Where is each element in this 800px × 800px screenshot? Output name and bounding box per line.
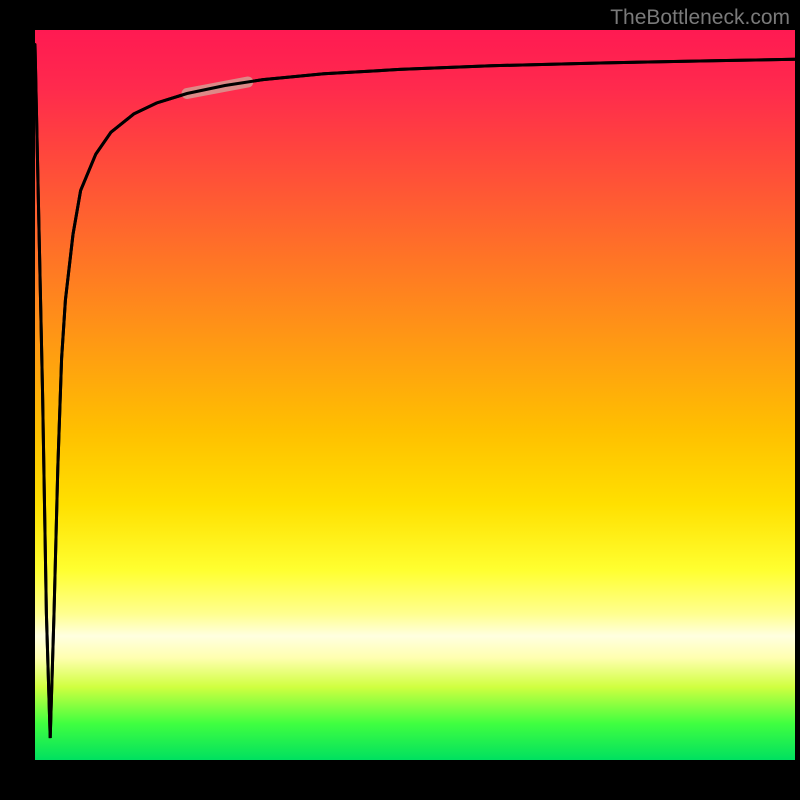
bottleneck-curve [35, 45, 795, 739]
plot-area [35, 30, 795, 760]
watermark-label: TheBottleneck.com [610, 6, 790, 30]
curve-svg [35, 30, 795, 760]
bottleneck-curve-overlay [35, 45, 795, 739]
chart-canvas: TheBottleneck.com [0, 0, 800, 800]
